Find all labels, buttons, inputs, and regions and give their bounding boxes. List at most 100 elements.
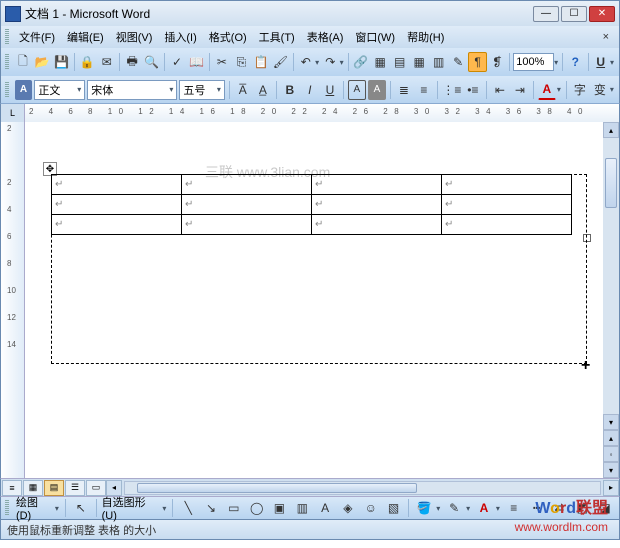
help-icon[interactable]: ?: [566, 52, 584, 72]
tab-selector[interactable]: L: [1, 104, 25, 122]
menu-format[interactable]: 格式(O): [203, 27, 253, 47]
picture-icon[interactable]: ▧: [384, 498, 404, 518]
toolbar-grip[interactable]: [5, 29, 9, 45]
draw-menu[interactable]: 绘图(D): [16, 494, 53, 522]
phonetic-guide-icon[interactable]: 字: [571, 80, 589, 100]
outline-view-icon[interactable]: ☰: [65, 480, 85, 496]
toolbar-grip[interactable]: [5, 82, 9, 98]
menu-table[interactable]: 表格(A): [301, 27, 350, 47]
show-hide-icon[interactable]: ❡: [488, 52, 506, 72]
underline-quick-icon[interactable]: U: [591, 52, 609, 72]
font-color-icon[interactable]: A: [538, 80, 556, 100]
print-icon[interactable]: 🖶: [123, 52, 141, 72]
menu-window[interactable]: 窗口(W): [349, 27, 401, 47]
3d-icon[interactable]: ◪: [595, 498, 615, 518]
document-canvas[interactable]: 三联 www.3lian.com ✥ ↵↵↵↵ ↵↵↵↵ ↵↵↵↵ +: [25, 122, 603, 478]
table-resize-handle-right[interactable]: [583, 234, 591, 242]
word-table[interactable]: ↵↵↵↵ ↵↵↵↵ ↵↵↵↵: [51, 174, 572, 235]
minimize-button[interactable]: —: [533, 6, 559, 22]
align-distribute-icon[interactable]: ≣: [395, 80, 413, 100]
char-border-icon[interactable]: A: [348, 80, 366, 100]
arrow-icon[interactable]: ↘: [201, 498, 221, 518]
clipart-icon[interactable]: ☺: [361, 498, 381, 518]
undo-icon[interactable]: ↶: [297, 52, 315, 72]
horizontal-scrollbar[interactable]: [124, 481, 601, 495]
tables-borders-icon[interactable]: ▦: [371, 52, 389, 72]
save-icon[interactable]: 💾: [53, 52, 71, 72]
scroll-track[interactable]: [603, 138, 619, 414]
grow-font-icon[interactable]: A̅: [234, 80, 252, 100]
open-icon[interactable]: 📂: [33, 52, 51, 72]
line-icon[interactable]: ╲: [178, 498, 198, 518]
arrow-style-icon[interactable]: ⇄: [550, 498, 570, 518]
italic-icon[interactable]: I: [301, 80, 319, 100]
asian-layout-icon[interactable]: 变: [591, 80, 609, 100]
scroll-down-icon[interactable]: ▾: [603, 414, 619, 430]
hscroll-right-icon[interactable]: ▸: [603, 480, 619, 496]
redo-dropdown[interactable]: ▾: [339, 58, 345, 67]
cut-icon[interactable]: ✂: [213, 52, 231, 72]
menu-tools[interactable]: 工具(T): [253, 27, 301, 47]
paste-icon[interactable]: 📋: [252, 52, 270, 72]
columns-icon[interactable]: ▥: [429, 52, 447, 72]
underline-icon[interactable]: U: [321, 80, 339, 100]
menubar-close-icon[interactable]: ×: [597, 31, 615, 43]
menu-view[interactable]: 视图(V): [110, 27, 159, 47]
horizontal-ruler[interactable]: 2 4 6 8 10 12 14 16 18 20 22 24 26 28 30…: [25, 104, 619, 122]
style-combo[interactable]: 正文▾: [34, 80, 85, 100]
vertical-textbox-icon[interactable]: ▥: [292, 498, 312, 518]
menu-file[interactable]: 文件(F): [13, 27, 61, 47]
redo-icon[interactable]: ↷: [321, 52, 339, 72]
hscroll-thumb[interactable]: [137, 483, 417, 493]
scroll-up-icon[interactable]: ▴: [603, 122, 619, 138]
toolbar-grip[interactable]: [5, 54, 9, 70]
excel-icon[interactable]: ▦: [410, 52, 428, 72]
font-combo[interactable]: 宋体▾: [87, 80, 177, 100]
dash-style-icon[interactable]: ┅: [527, 498, 547, 518]
scroll-thumb[interactable]: [605, 158, 617, 208]
browse-object-icon[interactable]: ◦: [603, 446, 619, 462]
drawing-toggle-icon[interactable]: ✎: [449, 52, 467, 72]
wordart-icon[interactable]: A: [315, 498, 335, 518]
research-icon[interactable]: 📖: [187, 52, 205, 72]
font-size-combo[interactable]: 五号▾: [179, 80, 224, 100]
shadow-icon[interactable]: ◩: [572, 498, 592, 518]
menu-help[interactable]: 帮助(H): [401, 27, 450, 47]
bold-icon[interactable]: B: [281, 80, 299, 100]
styles-pane-icon[interactable]: A: [15, 80, 33, 100]
font-color-draw-icon[interactable]: A: [474, 498, 494, 518]
document-map-icon[interactable]: ¶: [468, 52, 486, 72]
numbered-list-icon[interactable]: ⋮≡: [442, 80, 462, 100]
oval-icon[interactable]: ◯: [247, 498, 267, 518]
diagram-icon[interactable]: ◈: [338, 498, 358, 518]
char-shading-icon[interactable]: A: [368, 80, 386, 100]
textbox-icon[interactable]: ▣: [270, 498, 290, 518]
align-left-icon[interactable]: ≡: [415, 80, 433, 100]
vertical-scrollbar[interactable]: ▴ ▾ ▴ ◦ ▾: [603, 122, 619, 478]
format-painter-icon[interactable]: 🖌: [271, 52, 289, 72]
shrink-font-icon[interactable]: A̲: [254, 80, 272, 100]
close-button[interactable]: ✕: [589, 6, 615, 22]
toolbar-grip[interactable]: [5, 500, 9, 516]
line-color-icon[interactable]: ✎: [444, 498, 464, 518]
select-objects-icon[interactable]: ↖: [71, 498, 91, 518]
increase-indent-icon[interactable]: ⇥: [511, 80, 529, 100]
new-doc-icon[interactable]: 🗋: [14, 52, 32, 72]
menu-edit[interactable]: 编辑(E): [61, 27, 110, 47]
menu-insert[interactable]: 插入(I): [158, 27, 202, 47]
prev-page-icon[interactable]: ▴: [603, 430, 619, 446]
insert-table-icon[interactable]: ▤: [390, 52, 408, 72]
next-page-icon[interactable]: ▾: [603, 462, 619, 478]
zoom-dropdown[interactable]: ▾: [553, 58, 559, 67]
vertical-ruler[interactable]: 22468101214: [1, 122, 25, 478]
copy-icon[interactable]: ⎘: [232, 52, 250, 72]
zoom-combo[interactable]: 100%: [513, 53, 554, 71]
mail-icon[interactable]: ✉: [98, 52, 116, 72]
spelling-icon[interactable]: ✓: [168, 52, 186, 72]
fill-color-icon[interactable]: 🪣: [414, 498, 434, 518]
line-style-icon[interactable]: ≡: [504, 498, 524, 518]
maximize-button[interactable]: ☐: [561, 6, 587, 22]
rectangle-icon[interactable]: ▭: [224, 498, 244, 518]
undo-dropdown[interactable]: ▾: [314, 58, 320, 67]
autoshapes-menu[interactable]: 自选图形(U): [102, 494, 161, 522]
